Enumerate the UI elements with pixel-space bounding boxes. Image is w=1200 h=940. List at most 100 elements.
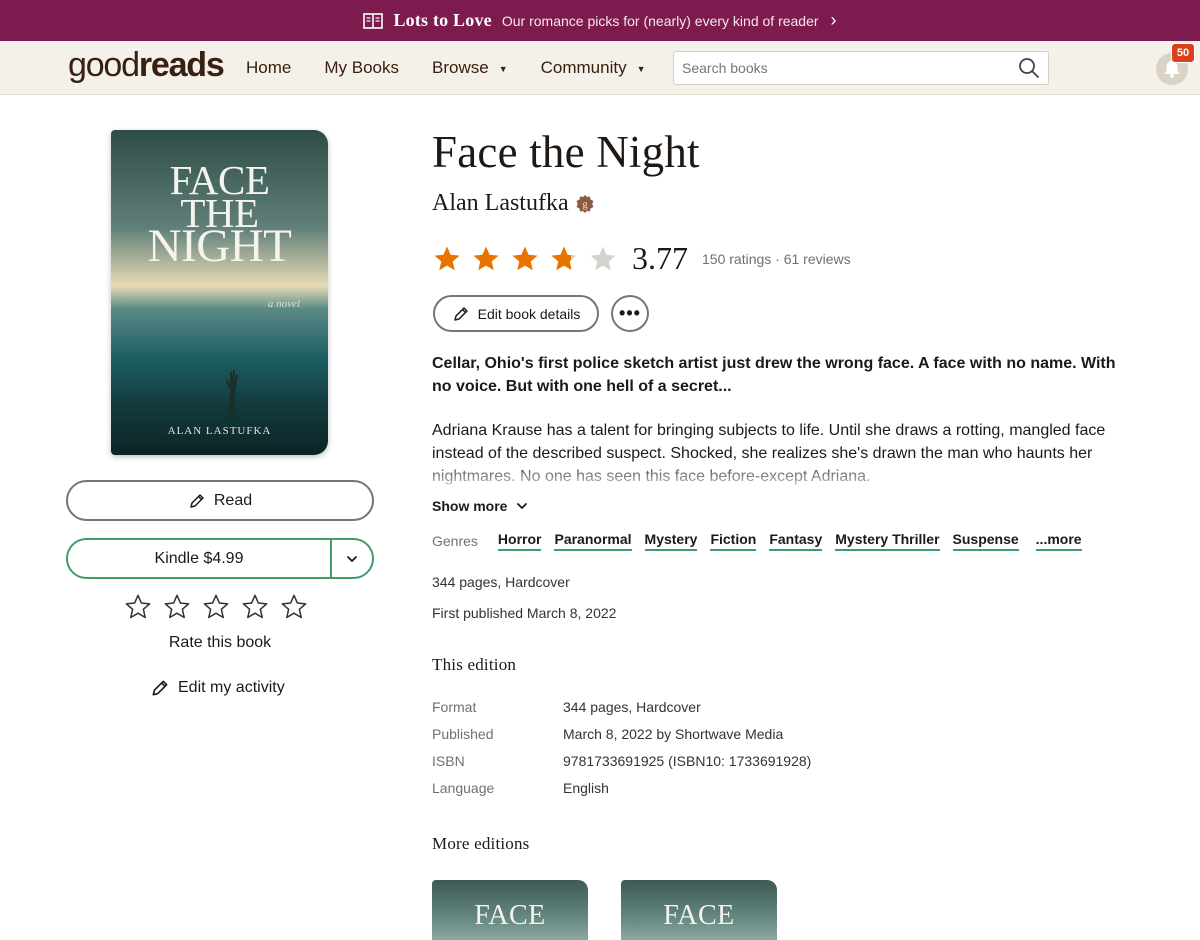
nav-my-books[interactable]: My Books xyxy=(324,58,399,78)
edition-cover[interactable]: FACE xyxy=(621,880,777,940)
rate-star-4-icon[interactable] xyxy=(241,593,269,621)
edit-my-activity-link[interactable]: Edit my activity xyxy=(150,678,285,698)
rate-star-1-icon[interactable] xyxy=(124,593,152,621)
cover-title: FACE THE NIGHT xyxy=(111,160,328,272)
logo-reads: reads xyxy=(138,46,225,84)
read-button[interactable]: Read xyxy=(66,480,374,521)
genre-link[interactable]: Fantasy xyxy=(769,531,823,551)
caret-down-icon: ▼ xyxy=(636,64,646,74)
rating-summary[interactable]: 3.77 150 ratings · 61 reviews xyxy=(432,240,851,277)
edition-value: English xyxy=(563,780,609,796)
promo-title: Lots to Love xyxy=(393,10,492,30)
more-editions-heading: More editions xyxy=(432,834,530,853)
edition-row: ISBN 9781733691925 (ISBN10: 1733691928) xyxy=(432,753,811,769)
genre-link[interactable]: Suspense xyxy=(952,531,1019,551)
average-rating-stars xyxy=(432,244,627,274)
rate-star-5-icon[interactable] xyxy=(280,593,308,621)
genre-link[interactable]: Mystery xyxy=(644,531,698,551)
edition-row: Language English xyxy=(432,780,609,796)
genre-link[interactable]: Fiction xyxy=(710,531,757,551)
genres-label: Genres xyxy=(432,533,478,549)
edition-cover[interactable]: FACE xyxy=(432,880,588,940)
edition-key: ISBN xyxy=(432,753,465,769)
ratings-reviews-count[interactable]: 150 ratings · 61 reviews xyxy=(702,251,851,267)
genre-link[interactable]: Mystery Thriller xyxy=(835,531,940,551)
more-options-button[interactable]: ••• xyxy=(611,295,649,332)
main-nav: Home My Books Browse ▼ Community ▼ xyxy=(246,41,679,95)
genres-list: Genres Horror Paranormal Mystery Fiction… xyxy=(432,531,1095,551)
rating-star-icon xyxy=(473,246,499,270)
first-published: First published March 8, 2022 xyxy=(432,605,617,621)
nav-browse[interactable]: Browse ▼ xyxy=(432,58,508,78)
rate-star-2-icon[interactable] xyxy=(163,593,191,621)
description-fade xyxy=(432,460,1132,490)
edition-key: Published xyxy=(432,726,494,742)
edition-cover-title: FACE xyxy=(474,900,546,931)
average-rating: 3.77 xyxy=(632,240,688,276)
caret-down-icon: ▼ xyxy=(498,64,508,74)
logo-good: good xyxy=(68,46,140,84)
read-button-label: Read xyxy=(213,491,253,509)
edition-value: March 8, 2022 by Shortwave Media xyxy=(563,726,784,742)
edition-row: Published March 8, 2022 by Shortwave Med… xyxy=(432,726,783,742)
edition-value: 344 pages, Hardcover xyxy=(563,699,701,715)
pencil-icon xyxy=(190,493,204,508)
show-more-button[interactable]: Show more xyxy=(432,498,529,514)
edition-key: Format xyxy=(432,699,477,715)
cover-title-line: NIGHT xyxy=(147,220,292,272)
kindle-dropdown-button[interactable] xyxy=(332,554,372,564)
nav-home[interactable]: Home xyxy=(246,58,291,78)
edition-value: 9781733691925 (ISBN10: 1733691928) xyxy=(563,753,812,769)
open-book-icon xyxy=(363,12,384,29)
show-more-label: Show more xyxy=(432,498,508,514)
edit-my-activity-label: Edit my activity xyxy=(178,679,285,696)
rating-star-icon xyxy=(551,246,577,270)
rate-this-book-label: Rate this book xyxy=(168,634,272,651)
rating-star-icon xyxy=(512,246,538,270)
nav-home-label: Home xyxy=(246,58,292,77)
goodreads-logo[interactable]: goodreads xyxy=(68,46,225,85)
search-icon[interactable] xyxy=(1018,57,1040,79)
svg-text:g: g xyxy=(582,199,587,210)
genre-link[interactable]: Horror xyxy=(497,531,542,551)
notification-count-badge: 50 xyxy=(1171,43,1195,63)
genre-link[interactable]: Paranormal xyxy=(554,531,632,551)
promo-banner[interactable]: Lots to Love Our romance picks for (near… xyxy=(0,0,1200,41)
author-name-link[interactable]: Alan Lastufka xyxy=(432,190,569,217)
rating-star-icon xyxy=(590,246,616,270)
rating-star-icon xyxy=(434,246,460,270)
search-input[interactable] xyxy=(674,52,1018,84)
kindle-buy-button-group: Kindle $4.99 xyxy=(66,538,374,579)
promo-text: Our romance picks for (nearly) every kin… xyxy=(501,12,819,29)
user-rating-stars xyxy=(124,593,308,621)
kindle-buy-button[interactable]: Kindle $4.99 xyxy=(68,550,330,568)
cover-author: ALAN LASTUFKA xyxy=(167,425,272,437)
edition-key: Language xyxy=(432,780,495,796)
reaching-hand-icon xyxy=(226,370,238,420)
nav-community-label: Community xyxy=(540,58,627,77)
edition-cover-title: FACE xyxy=(663,900,735,931)
goodreads-author-badge-icon: g xyxy=(576,194,594,213)
book-cover[interactable]: FACE THE NIGHT a novel ALAN LASTUFKA xyxy=(111,130,328,455)
description-lead: Cellar, Ohio's first police sketch artis… xyxy=(432,355,1116,395)
nav-my-books-label: My Books xyxy=(324,58,399,77)
pages-format: 344 pages, Hardcover xyxy=(432,574,570,590)
chevron-down-icon xyxy=(517,503,528,509)
pencil-icon xyxy=(453,306,468,321)
chevron-down-icon xyxy=(347,555,357,562)
genres-more-link[interactable]: ...more xyxy=(1035,531,1082,551)
cover-novel-tag: a novel xyxy=(267,298,300,310)
edit-book-details-label: Edit book details xyxy=(477,305,581,322)
site-header: goodreads Home My Books Browse ▼ Communit… xyxy=(0,41,1200,95)
rate-star-3-icon[interactable] xyxy=(202,593,230,621)
search-box xyxy=(673,51,1049,85)
nav-community[interactable]: Community ▼ xyxy=(541,58,646,78)
this-edition-heading: This edition xyxy=(432,655,517,674)
author-row: Alan Lastufka g xyxy=(432,190,595,217)
pencil-icon xyxy=(152,680,168,696)
edition-row: Format 344 pages, Hardcover xyxy=(432,699,701,715)
chevron-right-icon: › xyxy=(830,10,837,30)
nav-browse-label: Browse xyxy=(432,58,489,77)
edit-book-details-button[interactable]: Edit book details xyxy=(433,295,599,332)
book-title: Face the Night xyxy=(432,127,700,177)
